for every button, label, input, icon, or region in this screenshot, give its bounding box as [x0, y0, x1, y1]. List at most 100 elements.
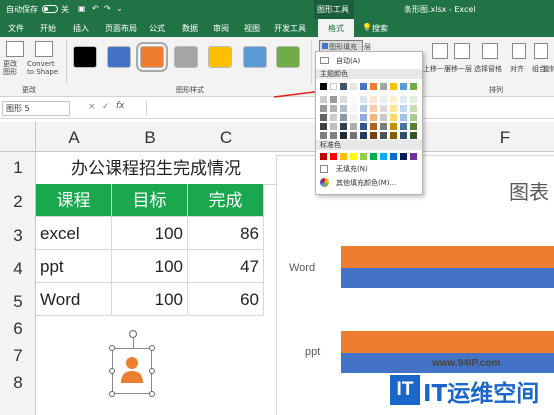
theme-color-swatch[interactable]	[330, 123, 337, 130]
resize-handle[interactable]	[149, 345, 155, 351]
tab-home[interactable]: 开始	[40, 23, 56, 34]
theme-color-swatch[interactable]	[370, 132, 377, 139]
style-swatch[interactable]	[243, 46, 267, 68]
theme-color-swatch[interactable]	[370, 123, 377, 130]
bar-word-done[interactable]	[341, 268, 554, 288]
theme-color-swatch[interactable]	[380, 105, 387, 112]
chart-title[interactable]: 图表	[509, 176, 549, 205]
redo-icon[interactable]: ↷	[104, 4, 111, 13]
table-cell[interactable]: excel	[36, 217, 112, 250]
theme-color-swatch[interactable]	[410, 114, 417, 121]
theme-color-swatch[interactable]	[340, 114, 347, 121]
standard-color-swatch[interactable]	[410, 153, 417, 160]
table-cell[interactable]: 60	[188, 283, 264, 316]
theme-color-swatch[interactable]	[400, 114, 407, 121]
header-cell-target[interactable]: 目标	[112, 184, 188, 217]
theme-color-swatch[interactable]	[360, 83, 367, 90]
theme-color-swatch[interactable]	[330, 83, 337, 90]
header-cell-done[interactable]: 完成	[188, 184, 264, 217]
theme-color-swatch[interactable]	[390, 105, 397, 112]
selection-pane-icon[interactable]	[482, 43, 498, 59]
theme-color-swatch[interactable]	[360, 105, 367, 112]
tab-developer[interactable]: 开发工具	[274, 23, 306, 34]
standard-color-swatch[interactable]	[320, 153, 327, 160]
theme-color-swatch[interactable]	[380, 114, 387, 121]
selected-shape-frame[interactable]	[112, 348, 152, 394]
column-header-f[interactable]: F	[465, 128, 545, 148]
theme-color-swatch[interactable]	[340, 96, 347, 103]
table-cell[interactable]: 47	[188, 250, 264, 283]
theme-color-swatch[interactable]	[380, 132, 387, 139]
theme-color-swatch[interactable]	[340, 105, 347, 112]
theme-color-swatch[interactable]	[410, 83, 417, 90]
row-header-1[interactable]: 1	[0, 158, 36, 178]
tab-review[interactable]: 审阅	[213, 23, 229, 34]
resize-handle[interactable]	[109, 368, 115, 374]
bar-ppt-target[interactable]	[341, 331, 554, 353]
resize-handle[interactable]	[149, 368, 155, 374]
align-button[interactable]: 对齐	[510, 64, 524, 74]
tab-insert[interactable]: 插入	[73, 23, 89, 34]
standard-color-swatch[interactable]	[370, 153, 377, 160]
bring-forward-icon[interactable]	[432, 43, 448, 59]
column-header-c[interactable]: C	[188, 128, 264, 148]
autosave-toggle[interactable]	[42, 5, 58, 13]
change-shape-button[interactable]: 更改 图形	[3, 60, 17, 76]
row-header-4[interactable]: 4	[0, 259, 36, 279]
theme-color-swatch[interactable]	[370, 114, 377, 121]
send-backward-icon[interactable]	[454, 43, 470, 59]
table-cell[interactable]: 100	[112, 217, 188, 250]
row-header-2[interactable]: 2	[0, 192, 36, 212]
theme-color-swatch[interactable]	[350, 114, 357, 121]
table-cell[interactable]: 86	[188, 217, 264, 250]
tab-file[interactable]: 文件	[8, 23, 24, 34]
theme-color-swatch[interactable]	[360, 123, 367, 130]
table-cell[interactable]: ppt	[36, 250, 112, 283]
row-header-3[interactable]: 3	[0, 226, 36, 246]
style-swatch[interactable]	[73, 46, 97, 68]
theme-color-swatch[interactable]	[330, 105, 337, 112]
theme-color-swatch[interactable]	[390, 114, 397, 121]
selection-pane-button[interactable]: 选择窗格	[474, 64, 502, 74]
theme-color-swatch[interactable]	[320, 114, 327, 121]
theme-color-swatch[interactable]	[410, 123, 417, 130]
row-header-6[interactable]: 6	[0, 319, 36, 339]
standard-color-swatch[interactable]	[390, 153, 397, 160]
style-swatch[interactable]	[136, 42, 168, 72]
menu-item-more-colors[interactable]: 其他填充颜色(M)...	[336, 178, 396, 188]
align-icon[interactable]	[512, 43, 526, 59]
person-icon[interactable]	[113, 349, 151, 393]
theme-color-swatch[interactable]	[340, 132, 347, 139]
convert-to-shape-icon[interactable]	[35, 41, 53, 57]
select-all-corner[interactable]	[0, 122, 36, 152]
cancel-icon[interactable]: ×	[88, 102, 96, 112]
group-icon[interactable]	[534, 43, 548, 59]
theme-color-swatch[interactable]	[390, 132, 397, 139]
theme-color-swatch[interactable]	[360, 96, 367, 103]
table-cell[interactable]: 100	[112, 283, 188, 316]
theme-color-swatch[interactable]	[400, 105, 407, 112]
theme-color-swatch[interactable]	[330, 96, 337, 103]
style-swatch[interactable]	[107, 46, 131, 68]
change-shape-icon[interactable]	[6, 41, 24, 57]
undo-icon[interactable]: ↶	[92, 4, 99, 13]
theme-color-swatch[interactable]	[390, 123, 397, 130]
theme-color-swatch[interactable]	[380, 83, 387, 90]
header-cell-course[interactable]: 课程	[36, 184, 112, 217]
row-header-7[interactable]: 7	[0, 346, 36, 366]
theme-color-swatch[interactable]	[400, 96, 407, 103]
theme-color-swatch[interactable]	[370, 96, 377, 103]
rotate-button[interactable]: 旋转	[543, 64, 554, 74]
row-header-8[interactable]: 8	[0, 373, 36, 393]
theme-color-swatch[interactable]	[380, 96, 387, 103]
theme-color-swatch[interactable]	[340, 83, 347, 90]
tab-page-layout[interactable]: 页面布局	[105, 23, 137, 34]
row-header-5[interactable]: 5	[0, 292, 36, 312]
theme-color-swatch[interactable]	[330, 114, 337, 121]
theme-color-swatch[interactable]	[340, 123, 347, 130]
column-header-b[interactable]: B	[112, 128, 188, 148]
menu-item-no-fill[interactable]: 无填充(N)	[336, 164, 368, 174]
theme-color-swatch[interactable]	[320, 123, 327, 130]
resize-handle[interactable]	[109, 345, 115, 351]
theme-color-swatch[interactable]	[370, 105, 377, 112]
